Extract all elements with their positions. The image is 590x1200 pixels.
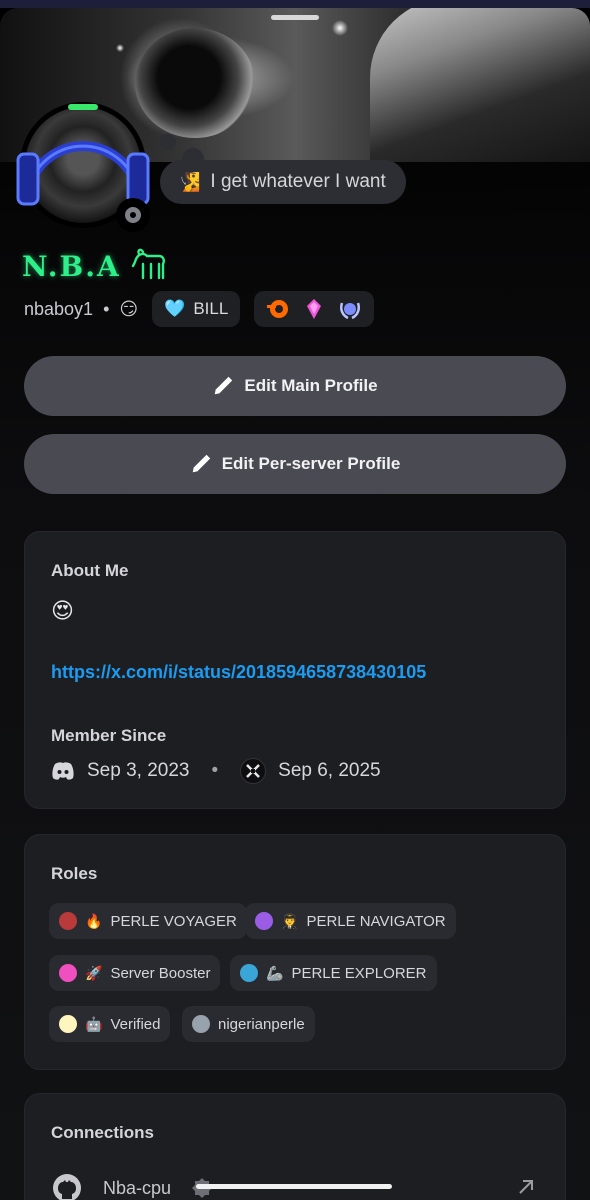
- username[interactable]: nbaboy1: [24, 299, 93, 320]
- status-bubble-tail-small: [160, 134, 176, 150]
- custom-status-emoji: 🧏: [178, 171, 201, 192]
- role-color-dot: [240, 964, 258, 982]
- home-indicator[interactable]: [196, 1184, 392, 1189]
- edit-main-profile-label: Edit Main Profile: [244, 376, 378, 395]
- pencil-icon: [215, 376, 233, 395]
- role-name: PERLE EXPLORER: [291, 964, 427, 982]
- nitro-gem-icon[interactable]: [302, 297, 326, 321]
- connections-title: Connections: [51, 1123, 154, 1142]
- server-icon: [240, 758, 267, 784]
- profile-sheet: 🧏 I get whatever I want N.B.A nbaboy1 • …: [0, 8, 590, 1200]
- about-card: About Me 😍 https://x.com/i/status/201859…: [24, 531, 566, 809]
- roles-card: Roles 🔥 PERLE VOYAGER 🧑‍✈️ PERLE NAVIGAT…: [24, 834, 566, 1070]
- about-me-emoji: 😍: [51, 598, 74, 623]
- edit-main-profile-button[interactable]: Edit Main Profile: [24, 356, 566, 416]
- discord-join-date: Sep 3, 2023: [87, 760, 190, 781]
- role-name: PERLE NAVIGATOR: [306, 912, 446, 930]
- role-chip[interactable]: 🦾 PERLE EXPLORER: [230, 955, 437, 991]
- role-emoji: 🤖: [85, 1015, 103, 1032]
- laurel-badge-icon[interactable]: [338, 297, 362, 321]
- member-since-separator: •: [211, 760, 219, 781]
- role-chip[interactable]: nigerianperle: [182, 1006, 315, 1042]
- member-since-row: Sep 3, 2023 • Sep 6, 2025: [51, 758, 381, 784]
- badge-list: [254, 291, 375, 327]
- goat-icon: [131, 248, 165, 280]
- role-chip[interactable]: 🚀 Server Booster: [49, 955, 221, 991]
- clan-tag[interactable]: 🩵 BILL: [152, 291, 241, 327]
- member-since-title: Member Since: [51, 726, 167, 745]
- custom-status-bubble[interactable]: 🧏 I get whatever I want: [160, 160, 406, 204]
- connection-row[interactable]: Nba-cpu: [51, 1172, 213, 1200]
- display-name: N.B.A: [22, 248, 169, 284]
- sheet-drag-handle[interactable]: [271, 15, 319, 20]
- top-edge: [0, 0, 590, 8]
- hypesquad-icon[interactable]: [266, 297, 290, 321]
- avatar-container[interactable]: [12, 94, 154, 236]
- pronoun-emoji: 😏: [119, 298, 139, 319]
- role-chip[interactable]: 🔥 PERLE VOYAGER: [49, 903, 247, 939]
- about-me-title: About Me: [51, 561, 129, 580]
- custom-status-text: I get whatever I want: [210, 171, 386, 192]
- clan-tag-emoji: 🩵: [164, 299, 186, 318]
- role-emoji: 🧑‍✈️: [281, 912, 299, 929]
- role-name: Verified: [110, 1015, 161, 1033]
- github-icon: [53, 1174, 81, 1200]
- role-color-dot: [59, 1015, 77, 1033]
- edit-per-server-profile-button[interactable]: Edit Per-server Profile: [24, 434, 566, 494]
- connection-name: Nba-cpu: [103, 1177, 172, 1198]
- role-emoji: 🔥: [85, 912, 103, 929]
- status-indicator: [116, 198, 150, 232]
- role-color-dot: [192, 1015, 210, 1033]
- role-color-dot: [59, 912, 77, 930]
- role-name: Server Booster: [110, 964, 211, 982]
- role-chip[interactable]: 🧑‍✈️ PERLE NAVIGATOR: [245, 903, 456, 939]
- pencil-icon: [192, 454, 210, 473]
- role-name: PERLE VOYAGER: [110, 912, 237, 930]
- role-chip[interactable]: 🤖 Verified: [49, 1006, 171, 1042]
- role-name: nigerianperle: [218, 1015, 305, 1033]
- banner-figure: [370, 8, 590, 162]
- role-color-dot: [255, 912, 273, 930]
- offline-status-icon: [125, 207, 141, 223]
- role-emoji: 🚀: [85, 964, 103, 981]
- about-me-link[interactable]: https://x.com/i/status/20185946587384301…: [51, 662, 426, 683]
- role-emoji: 🦾: [266, 964, 284, 981]
- username-row: nbaboy1 • 😏 🩵 BILL: [24, 291, 375, 327]
- display-name-text: N.B.A: [22, 249, 121, 283]
- roles-title: Roles: [51, 864, 98, 883]
- clan-tag-label: BILL: [193, 299, 229, 318]
- server-join-date: Sep 6, 2025: [278, 760, 381, 781]
- external-link-icon[interactable]: [515, 1176, 537, 1198]
- username-separator: •: [103, 298, 110, 319]
- role-color-dot: [59, 964, 77, 982]
- discord-icon: [52, 762, 74, 780]
- edit-per-server-profile-label: Edit Per-server Profile: [221, 454, 401, 473]
